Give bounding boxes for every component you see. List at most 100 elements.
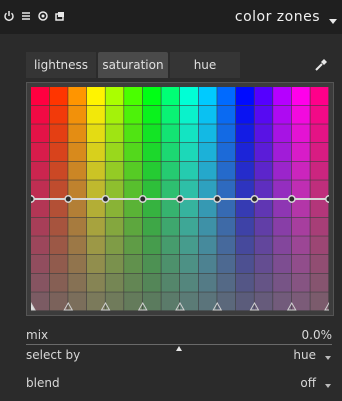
curve-node[interactable]	[287, 195, 296, 203]
color-swatch	[124, 292, 143, 311]
reset-icon[interactable]	[54, 10, 66, 22]
color-swatch	[142, 124, 161, 143]
tab-label: hue	[193, 58, 217, 72]
color-swatch	[273, 124, 292, 143]
curve-svg[interactable]	[31, 87, 329, 311]
color-swatch	[86, 87, 105, 106]
color-swatch	[86, 273, 105, 292]
power-icon[interactable]	[3, 10, 15, 22]
color-swatch	[254, 255, 273, 274]
color-swatch	[124, 105, 143, 124]
color-swatch	[310, 236, 329, 255]
color-swatch	[198, 143, 217, 162]
blend-label: blend	[26, 376, 60, 390]
color-swatch	[217, 217, 236, 236]
color-swatch	[49, 292, 68, 311]
presets-icon[interactable]	[20, 10, 32, 22]
color-swatch	[68, 161, 87, 180]
color-swatch	[68, 124, 87, 143]
color-swatch	[180, 161, 199, 180]
color-swatch	[105, 180, 124, 199]
curve-node[interactable]	[64, 195, 73, 203]
instance-icon[interactable]	[37, 10, 49, 22]
module-panel: lightness saturation hue mix 0.0% select…	[16, 34, 342, 401]
color-swatch	[124, 87, 143, 106]
tab-saturation[interactable]: saturation	[98, 52, 168, 78]
mix-slider[interactable]: mix 0.0%	[26, 326, 333, 351]
color-swatch	[235, 105, 254, 124]
color-swatch	[161, 124, 180, 143]
color-swatch	[310, 255, 329, 274]
color-swatch	[310, 180, 329, 199]
color-swatch	[49, 273, 68, 292]
color-swatch	[161, 143, 180, 162]
color-swatch	[161, 292, 180, 311]
mix-track[interactable]	[26, 344, 332, 345]
collapse-chevron-icon[interactable]	[328, 11, 338, 24]
color-swatch	[198, 105, 217, 124]
color-swatch	[49, 255, 68, 274]
color-swatch	[310, 217, 329, 236]
color-picker-icon[interactable]	[310, 54, 332, 76]
curve-node[interactable]	[176, 195, 184, 203]
color-swatch	[273, 292, 292, 311]
color-swatch	[68, 87, 87, 106]
select-by-value: hue	[293, 348, 316, 362]
color-swatch	[180, 180, 199, 199]
color-swatch	[68, 236, 87, 255]
color-swatch	[273, 217, 292, 236]
color-swatch	[124, 199, 143, 218]
color-swatch	[217, 143, 236, 162]
curve-node[interactable]	[213, 195, 222, 203]
curve-node[interactable]	[31, 195, 35, 203]
tab-lightness[interactable]: lightness	[26, 52, 96, 78]
color-swatch	[31, 87, 50, 106]
color-swatch	[49, 143, 68, 162]
mix-value: 0.0%	[301, 328, 333, 342]
color-swatch	[180, 236, 199, 255]
color-swatch	[105, 87, 124, 106]
color-swatch	[124, 124, 143, 143]
color-swatch	[124, 273, 143, 292]
tab-hue[interactable]: hue	[170, 52, 240, 78]
color-swatch	[49, 199, 68, 218]
dropdown-arrow-icon	[324, 351, 332, 360]
color-swatch	[273, 143, 292, 162]
color-swatch	[124, 143, 143, 162]
color-swatch	[68, 180, 87, 199]
color-swatch	[198, 199, 217, 218]
color-swatch	[235, 292, 254, 311]
color-zones-graph[interactable]	[26, 82, 334, 316]
color-swatch	[198, 124, 217, 143]
curve-node[interactable]	[325, 195, 329, 203]
color-swatch	[161, 255, 180, 274]
color-swatch	[86, 105, 105, 124]
color-swatch	[217, 161, 236, 180]
dropdown-arrow-icon	[324, 379, 332, 388]
color-swatch	[198, 292, 217, 311]
color-swatch	[86, 292, 105, 311]
curve-node[interactable]	[101, 195, 110, 203]
color-swatch	[86, 180, 105, 199]
color-swatch	[49, 87, 68, 106]
color-swatch	[124, 236, 143, 255]
select-by-combobox[interactable]: select by hue	[26, 346, 332, 364]
color-swatch	[198, 180, 217, 199]
color-swatch	[291, 255, 310, 274]
curve-node[interactable]	[250, 195, 259, 203]
module-title: color zones	[234, 9, 320, 25]
color-swatch	[217, 273, 236, 292]
curve-node[interactable]	[138, 195, 147, 203]
blend-combobox[interactable]: blend off	[26, 374, 332, 392]
color-swatch	[198, 236, 217, 255]
color-swatch	[310, 124, 329, 143]
color-swatch	[235, 273, 254, 292]
color-swatch	[142, 180, 161, 199]
color-swatch	[142, 217, 161, 236]
color-swatch	[217, 105, 236, 124]
color-swatch	[68, 273, 87, 292]
color-swatch	[31, 273, 50, 292]
color-swatch	[235, 199, 254, 218]
color-swatch	[124, 217, 143, 236]
color-swatch	[235, 161, 254, 180]
